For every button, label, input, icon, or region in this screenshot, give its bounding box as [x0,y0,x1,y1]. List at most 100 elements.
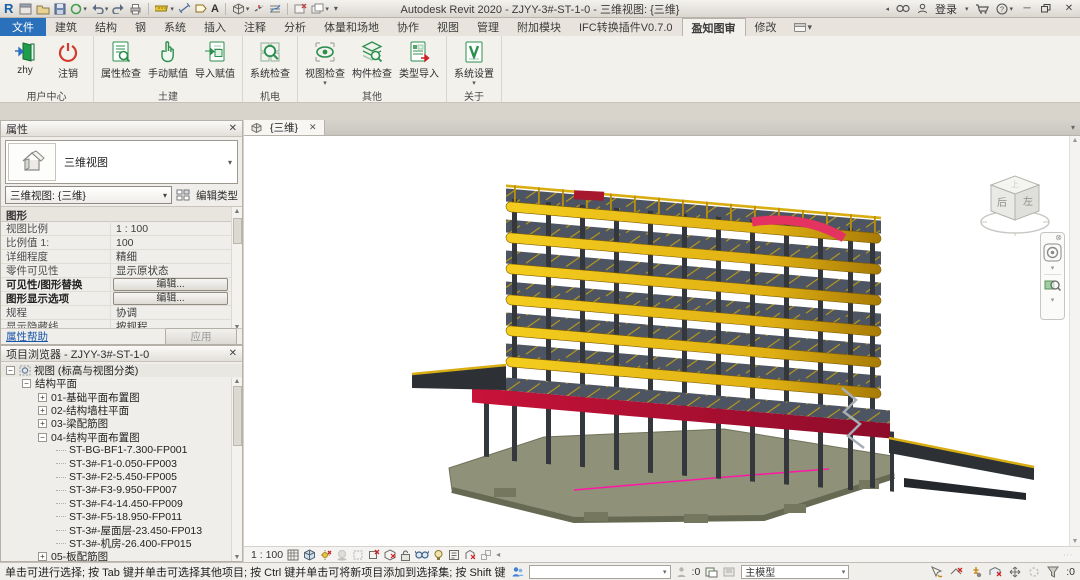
expand-icon[interactable]: + [38,406,47,415]
open-icon[interactable] [36,2,50,16]
zhy-user-button[interactable]: zhy [5,39,45,77]
logout-button[interactable]: 注销 [48,39,88,81]
tree-leaf-view[interactable]: ST-3#-F1-0.050-FP003 [1,457,242,470]
help-icon[interactable]: ?▾ [996,2,1013,16]
tree-group-structural-plans[interactable]: − 结构平面 [1,377,242,390]
properties-help-link[interactable]: 属性帮助 [6,329,48,344]
chevron-down-icon[interactable]: ▾ [228,158,232,167]
tree-leaf-view[interactable]: ST-3#-F5-18.950-FP011 [1,510,242,523]
analytical-model-icon[interactable] [464,549,476,561]
edit-type-button[interactable]: 编辑类型 [176,188,238,203]
tab-collaborate[interactable]: 协作 [388,18,428,36]
undo-icon[interactable]: ▾ [91,2,109,16]
navigation-bar[interactable]: ⊗ ▾ ▾ [1040,232,1065,320]
tab-manage[interactable]: 管理 [468,18,508,36]
lock-3d-view-icon[interactable] [400,549,411,561]
property-row[interactable]: 视图比例1 : 100 [1,222,242,236]
design-option-combo[interactable]: 主模型▾ [741,565,849,579]
search-icon[interactable] [896,2,910,16]
system-settings-button[interactable]: 系统设置 ▾ [452,39,496,87]
steering-wheel-icon[interactable] [1043,243,1062,262]
detail-level-icon[interactable] [287,549,299,561]
login-caret-icon[interactable]: ▾ [965,5,969,13]
visual-style-icon[interactable] [303,549,316,561]
property-check-button[interactable]: 属性检查 [99,39,143,81]
crop-view-icon[interactable] [352,549,364,561]
edit-button[interactable]: 编辑... [113,278,228,291]
browser-scrollbar[interactable]: ▲▼ [231,378,242,561]
edit-button[interactable]: 编辑... [113,292,228,305]
tab-addins[interactable]: 附加模块 [508,18,570,36]
constraints-icon[interactable]: ◂ [496,550,500,559]
default-3d-view-icon[interactable]: ▾ [232,2,250,16]
zoom-region-icon[interactable] [1044,277,1061,294]
displacement-sets-icon[interactable] [480,549,492,561]
restore-button[interactable] [1041,4,1055,13]
switch-windows-icon[interactable]: ▾ [311,2,329,16]
expand-icon[interactable]: + [38,552,47,561]
tab-systems[interactable]: 系统 [155,18,195,36]
tab-insert[interactable]: 插入 [195,18,235,36]
project-browser-header[interactable]: 项目浏览器 - ZJYY-3#-ST-1-0 ✕ [1,346,242,362]
login-label[interactable]: 登录 [935,1,957,17]
tab-steel[interactable]: 钢 [126,18,155,36]
scrollbar-thumb[interactable] [233,218,242,244]
model-canvas[interactable]: 后 左 上 ⊗ ▾ ▾ ▲▼ [244,136,1080,546]
ribbon-display-toggle[interactable]: ▾ [786,18,821,36]
window-menu-icon[interactable] [19,2,32,16]
collapse-icon[interactable]: ◂ [885,5,889,13]
crop-3d-icon[interactable] [384,549,396,561]
redo-icon[interactable] [112,2,125,16]
expand-icon[interactable]: + [38,393,47,402]
close-icon[interactable]: ✕ [229,123,237,134]
tab-ifc-plugin[interactable]: IFC转换插件V0.7.0 [570,18,682,36]
viewcube-left-face[interactable]: 左 [1023,195,1033,208]
active-workset-combo[interactable]: ▾ [529,565,671,579]
viewcube-back-face[interactable]: 后 [997,197,1007,209]
tree-branch-05[interactable]: +05-板配筋图 [1,550,242,561]
crop-region-icon[interactable] [368,549,380,561]
tab-massing-site[interactable]: 体量和场地 [315,18,388,36]
tab-analyze[interactable]: 分析 [275,18,315,36]
tree-leaf-view[interactable]: ST-3#-机房-26.400-FP015 [1,537,242,550]
tab-yingzhi-review[interactable]: 盈知图审 [682,18,746,36]
customize-qat-icon[interactable]: ▾ [333,2,338,16]
property-row[interactable]: 详细程度精细 [1,250,242,264]
close-hidden-windows-icon[interactable] [294,2,307,16]
prop-value[interactable]: 1 : 100 [111,223,230,235]
properties-scrollbar[interactable]: ▲▼ [231,207,242,333]
tab-file[interactable]: 文件 [0,18,46,36]
tree-branch-01[interactable]: +01-基础平面布置图 [1,391,242,404]
revit-logo-icon[interactable]: R [4,2,13,15]
aligned-dimension-icon[interactable] [178,2,191,16]
properties-header[interactable]: 属性 ✕ [1,121,242,137]
tab-view[interactable]: 视图 [428,18,468,36]
measure-icon[interactable]: ▾ [155,2,174,16]
app-store-icon[interactable] [975,2,989,16]
collapse-icon[interactable]: − [38,433,47,442]
print-icon[interactable] [129,2,142,16]
tab-modify[interactable]: 修改 [746,18,786,36]
close-icon[interactable]: ✕ [309,122,317,133]
select-underlay-icon[interactable] [950,566,963,578]
thin-lines-icon[interactable] [269,2,281,16]
section-icon[interactable] [253,2,265,16]
collapse-icon[interactable]: − [6,366,15,375]
worksharing-display-icon[interactable] [511,565,524,578]
expand-icon[interactable]: + [38,419,47,428]
worksets-dialog-icon[interactable] [705,566,718,578]
tab-annotate[interactable]: 注释 [235,18,275,36]
tab-list-icon[interactable]: ▾ [1066,120,1080,135]
chevron-down-icon[interactable]: ▾ [1051,264,1055,272]
tree-leaf-view[interactable]: ST-3#-F4-14.450-FP009 [1,497,242,510]
tree-leaf-view[interactable]: ST-3#-F3-9.950-FP007 [1,484,242,497]
prop-value[interactable]: 精细 [111,249,230,264]
canvas-vertical-scrollbar[interactable]: ▲▼ [1069,136,1080,546]
tab-architecture[interactable]: 建筑 [46,18,86,36]
filter-icon[interactable] [1047,566,1059,578]
view-tab-3d[interactable]: {三维} ✕ [244,120,325,135]
close-icon[interactable]: ✕ [229,348,237,359]
save-icon[interactable] [54,2,66,16]
property-row[interactable]: 零件可见性显示原状态 [1,264,242,278]
drag-elements-icon[interactable] [1009,566,1021,578]
